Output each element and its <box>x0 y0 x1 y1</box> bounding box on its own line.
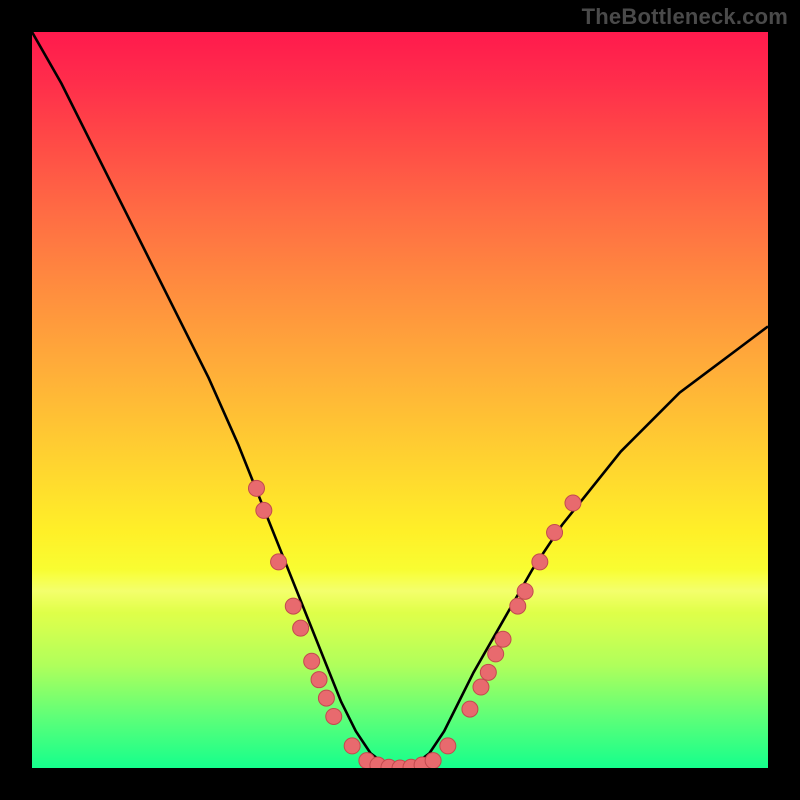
bottleneck-curve <box>32 32 768 768</box>
marker-dot <box>304 653 320 669</box>
marker-dot <box>517 583 533 599</box>
marker-dot <box>318 690 334 706</box>
watermark-text: TheBottleneck.com <box>582 4 788 30</box>
marker-dot <box>565 495 581 511</box>
marker-group <box>248 480 580 768</box>
marker-dot <box>311 672 327 688</box>
marker-dot <box>248 480 264 496</box>
marker-dot <box>473 679 489 695</box>
marker-dot <box>532 554 548 570</box>
marker-dot <box>285 598 301 614</box>
marker-dot <box>344 738 360 754</box>
plot-area <box>32 32 768 768</box>
marker-dot <box>495 631 511 647</box>
marker-dot <box>480 664 496 680</box>
marker-dot <box>293 620 309 636</box>
marker-dot <box>326 708 342 724</box>
marker-dot <box>425 753 441 768</box>
marker-dot <box>271 554 287 570</box>
marker-dot <box>440 738 456 754</box>
marker-dot <box>547 524 563 540</box>
marker-dot <box>462 701 478 717</box>
marker-dot <box>510 598 526 614</box>
chart-frame: TheBottleneck.com <box>0 0 800 800</box>
marker-dot <box>256 502 272 518</box>
marker-dot <box>488 646 504 662</box>
chart-svg <box>32 32 768 768</box>
